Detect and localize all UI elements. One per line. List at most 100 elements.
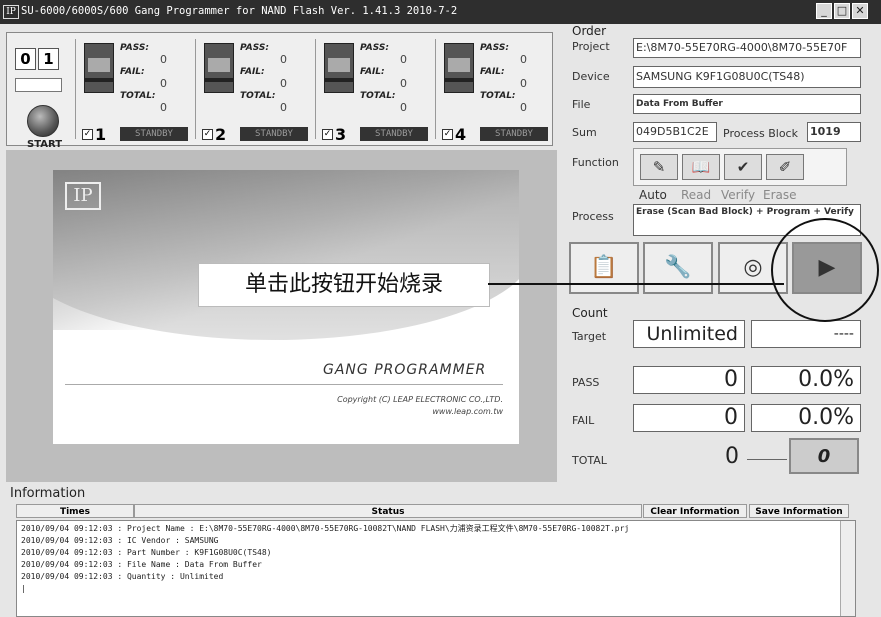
pass-count: 0	[520, 53, 527, 66]
start-button[interactable]	[27, 105, 59, 137]
function-verify-label[interactable]: Verify	[721, 188, 755, 202]
maximize-button[interactable]: □	[834, 3, 850, 19]
log-line: |	[21, 584, 26, 593]
start-label: START	[27, 139, 63, 150]
site-checkbox[interactable]: ✓ 3	[322, 125, 346, 144]
pass-label: PASS:	[120, 43, 149, 53]
log-scrollbar[interactable]	[840, 521, 855, 616]
total-label: TOTAL:	[240, 91, 276, 101]
tools-button[interactable]: 🔧	[643, 242, 713, 294]
splash-area: IP GANG PROGRAMMER Copyright (C) LEAP EL…	[6, 150, 557, 482]
function-erase-label[interactable]: Erase	[763, 188, 797, 202]
total-count: 0	[400, 101, 407, 114]
app-icon: IP	[3, 5, 19, 19]
order-group-label: Order	[572, 24, 607, 38]
total-label: TOTAL:	[120, 91, 156, 101]
site-4: PASS: 0 FAIL: 0 TOTAL: 0 ✓ 4 STANDBY	[435, 39, 554, 144]
counter-digit-1: 0	[15, 48, 36, 70]
socket-icon	[84, 43, 114, 93]
socket-counter: 01	[15, 48, 61, 70]
pass-percent: 0.0%	[751, 366, 861, 394]
socket-icon	[444, 43, 474, 93]
total-label: TOTAL	[572, 454, 607, 467]
fail-count: 0	[400, 77, 407, 90]
website-line: www.leap.com.tw	[432, 407, 503, 416]
status-badge: STANDBY	[360, 127, 428, 141]
sum-field: 049D5B1C2E	[633, 122, 717, 142]
copyright-text: Copyright (C) LEAP ELECTRONIC CO.,LTD. w…	[253, 394, 503, 418]
log-line: 2010/09/04 09:12:03 : Project Name : E:\…	[21, 524, 630, 533]
check-icon: ✓	[202, 129, 213, 140]
status-badge: STANDBY	[480, 127, 548, 141]
target-field: Unlimited	[633, 320, 745, 348]
programmer-window: IP SU-6000/6000S/600 Gang Programmer for…	[0, 0, 881, 617]
total-count: 0	[725, 444, 739, 469]
fail-label: FAIL:	[120, 67, 145, 77]
device-field: SAMSUNG K9F1G08U0C(TS48)	[633, 66, 861, 88]
fail-count: 0	[520, 77, 527, 90]
read-icon[interactable]: 📖	[682, 154, 720, 180]
reset-count-button[interactable]: 0	[789, 438, 859, 474]
fail-count: 0	[280, 77, 287, 90]
splash-swoosh	[53, 170, 519, 340]
device-label: Device	[572, 70, 610, 83]
check-icon: ✓	[442, 129, 453, 140]
pass-label: PASS	[572, 376, 600, 389]
splash-divider	[65, 384, 503, 385]
minimize-button[interactable]: _	[816, 3, 832, 19]
close-button[interactable]: ✕	[852, 3, 868, 19]
information-title: Information	[10, 486, 86, 501]
function-selector: ✎ 📖 ✔ ✐	[633, 148, 847, 186]
fail-percent: 0.0%	[751, 404, 861, 432]
site-3: PASS: 0 FAIL: 0 TOTAL: 0 ✓ 3 STANDBY	[315, 39, 434, 144]
pass-count: 0	[160, 53, 167, 66]
pass-label: PASS:	[360, 43, 389, 53]
title-bar: IP SU-6000/6000S/600 Gang Programmer for…	[0, 0, 881, 24]
total-label: TOTAL:	[480, 91, 516, 101]
check-icon: ✓	[322, 129, 333, 140]
log-line: 2010/09/04 09:12:03 : Quantity : Unlimit…	[21, 572, 224, 581]
total-count: 0	[280, 101, 287, 114]
save-information-button[interactable]: Save Information	[749, 504, 849, 518]
pass-label: PASS:	[480, 43, 509, 53]
socket-icon	[324, 43, 354, 93]
times-column-header[interactable]: Times	[16, 504, 134, 518]
sites-bar: 01 START PASS: 0 FAIL: 0 TOTAL: 0 ✓ 1 STA…	[6, 32, 554, 150]
splash-image: IP GANG PROGRAMMER Copyright (C) LEAP EL…	[53, 170, 519, 444]
function-label: Function	[572, 156, 619, 169]
clear-information-button[interactable]: Clear Information	[643, 504, 747, 518]
verify-icon[interactable]: ✔	[724, 154, 762, 180]
project-field[interactable]: E:\8M70-55E70RG-4000\8M70-55E70F	[633, 38, 861, 58]
information-log[interactable]: 2010/09/04 09:12:03 : Project Name : E:\…	[16, 520, 856, 617]
site-number: 3	[335, 125, 347, 144]
total-count: 0	[520, 101, 527, 114]
clipboard-button[interactable]: 📋	[569, 242, 639, 294]
log-line: 2010/09/04 09:12:03 : IC Vendor : SAMSUN…	[21, 536, 219, 545]
site-checkbox[interactable]: ✓ 1	[82, 125, 106, 144]
left-panel: 01 START PASS: 0 FAIL: 0 TOTAL: 0 ✓ 1 STA…	[0, 24, 563, 486]
log-line: 2010/09/04 09:12:03 : Part Number : K9F1…	[21, 548, 272, 557]
site-checkbox[interactable]: ✓ 4	[442, 125, 466, 144]
total-label: TOTAL:	[360, 91, 396, 101]
check-icon: ✓	[82, 129, 93, 140]
fail-label: FAIL:	[360, 67, 385, 77]
counter-digit-2: 1	[38, 48, 59, 70]
function-auto-label[interactable]: Auto	[639, 188, 667, 202]
status-field	[15, 78, 62, 92]
information-panel: Information Times Status Clear Informati…	[0, 486, 881, 617]
site-number: 1	[95, 125, 107, 144]
erase-icon[interactable]: ✐	[766, 154, 804, 180]
socket-icon	[204, 43, 234, 93]
leap-logo: IP	[65, 182, 101, 210]
annotation-callout: 单击此按钮开始烧录	[198, 263, 490, 307]
pass-label: PASS:	[240, 43, 269, 53]
auto-icon[interactable]: ✎	[640, 154, 678, 180]
site-2: PASS: 0 FAIL: 0 TOTAL: 0 ✓ 2 STANDBY	[195, 39, 314, 144]
process-block-field: 1019	[807, 122, 861, 142]
status-column-header[interactable]: Status	[134, 504, 642, 518]
function-read-label[interactable]: Read	[681, 188, 711, 202]
site-number: 4	[455, 125, 467, 144]
status-badge: STANDBY	[120, 127, 188, 141]
site-checkbox[interactable]: ✓ 2	[202, 125, 226, 144]
fail-count: 0	[160, 77, 167, 90]
